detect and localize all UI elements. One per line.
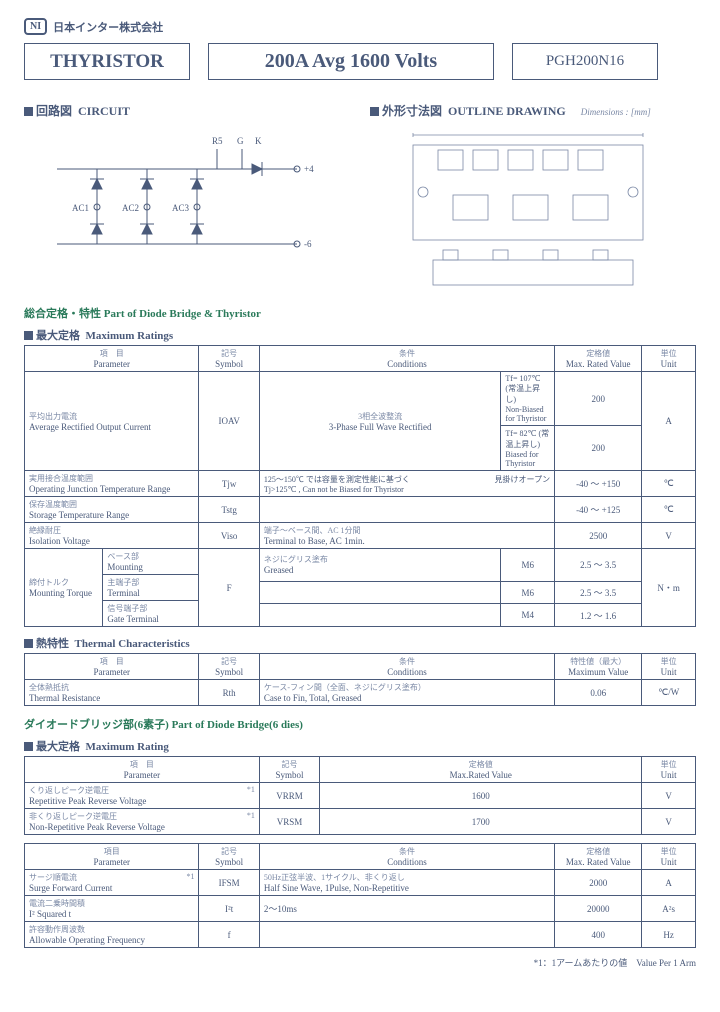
part-title: 総合定格・特性 Part of Diode Bridge & Thyristor bbox=[24, 305, 696, 321]
box-thyristor: THYRISTOR bbox=[24, 43, 190, 80]
diode-voltage-table: 項 目Parameter 記号Symbol 定格値Max.Rated Value… bbox=[24, 756, 696, 835]
circuit-title: 回路図 CIRCUIT bbox=[24, 102, 350, 119]
box-rating: 200A Avg 1600 Volts bbox=[208, 43, 494, 80]
svg-text:-6: -6 bbox=[304, 239, 312, 249]
company-name: 日本インター株式会社 bbox=[53, 19, 163, 35]
logo-mark: NI bbox=[24, 18, 47, 35]
footnote: *1：1アームあたりの値 Value Per 1 Arm bbox=[24, 956, 696, 969]
thermal-table: 項 目Parameter 記号Symbol 条件Conditions 特性値（最… bbox=[24, 653, 696, 706]
svg-text:AC3: AC3 bbox=[172, 203, 190, 213]
svg-text:R5: R5 bbox=[212, 136, 223, 146]
svg-text:G: G bbox=[237, 136, 244, 146]
diode-current-table: 項目Parameter 記号Symbol 条件Conditions 定格値Max… bbox=[24, 843, 696, 948]
outline-drawing bbox=[370, 125, 696, 295]
circuit-diagram: R5 G K +4 -6 AC1 AC2 AC3 bbox=[24, 129, 350, 279]
title-header: THYRISTOR 200A Avg 1600 Volts PGH200N16 bbox=[24, 43, 696, 80]
svg-text:+4: +4 bbox=[304, 164, 314, 174]
svg-text:AC2: AC2 bbox=[122, 203, 139, 213]
svg-text:AC1: AC1 bbox=[72, 203, 89, 213]
max-ratings-title: 最大定格 Maximum Ratings bbox=[24, 327, 696, 343]
max-rating-title2: 最大定格 Maximum Rating bbox=[24, 738, 696, 754]
outline-title: 外形寸法図 OUTLINE DRAWING Dimensions : [mm] bbox=[370, 102, 696, 119]
diode-title: ダイオードブリッジ部(6素子) Part of Diode Bridge(6 d… bbox=[24, 716, 696, 732]
max-ratings-table: 項 目Parameter 記号Symbol 条件Conditions 定格値Ma… bbox=[24, 345, 696, 627]
svg-text:K: K bbox=[255, 136, 262, 146]
box-partnum: PGH200N16 bbox=[512, 43, 658, 80]
thermal-title: 熱特性 Thermal Characteristics bbox=[24, 635, 696, 651]
company-logo-row: NI 日本インター株式会社 bbox=[24, 18, 696, 35]
